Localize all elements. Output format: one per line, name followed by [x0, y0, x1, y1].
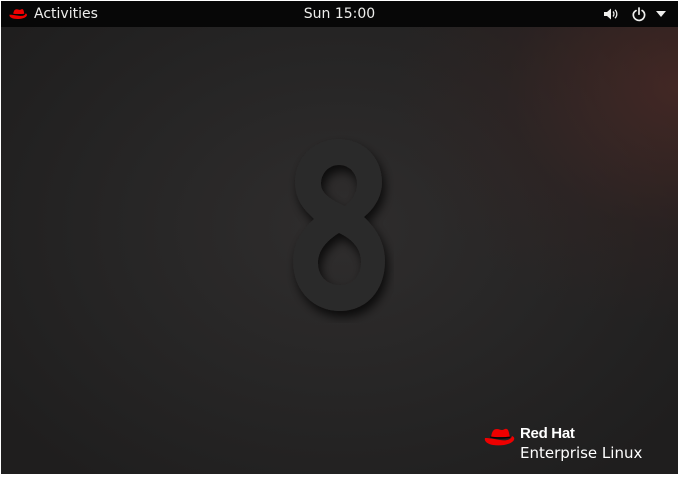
activities-button[interactable]: Activities: [7, 1, 104, 27]
brand-product: Enterprise Linux: [520, 444, 643, 462]
clock-button[interactable]: Sun 15:00: [304, 6, 375, 22]
redhat-enterprise-linux-logo: Red Hat Enterprise Linux: [484, 424, 664, 468]
wallpaper-eight-graphic: [293, 139, 385, 311]
redhat-logo-icon: [484, 428, 515, 446]
top-bar: Activities Sun 15:00: [1, 1, 678, 27]
power-icon: [632, 6, 646, 21]
screen: Red Hat Enterprise Linux Activities Sun …: [0, 0, 679, 477]
system-menu-button[interactable]: [603, 1, 666, 27]
activities-label: Activities: [34, 6, 98, 22]
chevron-down-icon: [656, 11, 666, 17]
desktop-background[interactable]: Red Hat Enterprise Linux: [1, 1, 678, 474]
redhat-logo-icon: [9, 9, 27, 19]
brand-name: Red Hat: [520, 425, 575, 442]
volume-icon: [604, 8, 618, 20]
